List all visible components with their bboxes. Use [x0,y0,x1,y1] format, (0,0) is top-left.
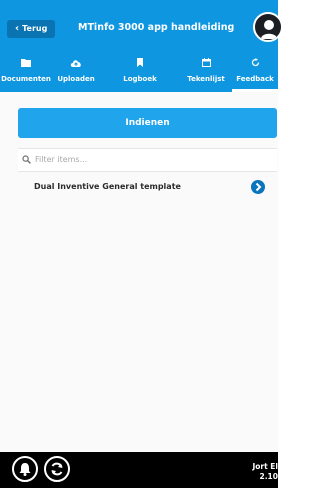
bell-icon [19,463,31,476]
sync-icon [51,462,63,476]
tab-documenten[interactable]: Documenten [0,52,52,92]
tab-label: Logboek [123,75,157,83]
tab-uploaden[interactable]: Uploaden [52,52,100,92]
folder-icon [21,59,31,67]
tab-bar: Documenten Uploaden Logboek Tekenlijst F… [0,52,278,92]
list-item-label: Dual Inventive General template [34,182,181,191]
submit-button[interactable]: Indienen [18,108,277,138]
user-info: Jort El 2.10 [252,462,278,482]
refresh-icon [251,58,259,67]
tab-label: Feedback [236,75,274,83]
cloud-upload-icon [70,60,81,67]
main-content: Indienen Filter items... Dual Inventive … [0,92,278,452]
tab-tekenlijst[interactable]: Tekenlijst [180,52,232,92]
app-header: ‹ Terug MTinfo 3000 app handleiding Docu… [0,0,283,92]
tab-feedback[interactable]: Feedback [232,52,278,92]
app-version: 2.10 [259,472,278,481]
sync-button[interactable] [44,456,70,482]
tab-label: Tekenlijst [187,75,225,83]
bookmark-icon [137,58,143,67]
user-name: Jort El [252,462,278,471]
tab-label: Uploaden [57,75,95,83]
bottom-bar: Jort El 2.10 [0,452,278,488]
chevron-right-icon[interactable] [251,180,265,194]
tab-logboek[interactable]: Logboek [100,52,180,92]
back-button-label: Terug [22,24,48,33]
notifications-button[interactable] [12,456,38,482]
user-profile-button[interactable] [253,12,283,42]
back-button[interactable]: ‹ Terug [7,20,56,38]
tab-label: Documenten [1,75,51,83]
page-title: MTinfo 3000 app handleiding [78,22,235,33]
list-item[interactable]: Dual Inventive General template [18,176,277,198]
calendar-icon [201,58,211,67]
chevron-left-icon: ‹ [15,23,20,34]
search-icon [22,155,31,164]
filter-placeholder: Filter items... [35,155,88,164]
filter-input[interactable]: Filter items... [18,148,277,172]
user-icon [261,20,277,39]
